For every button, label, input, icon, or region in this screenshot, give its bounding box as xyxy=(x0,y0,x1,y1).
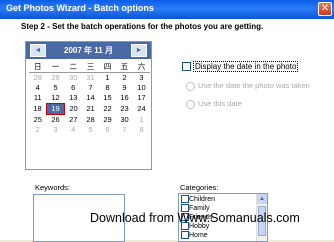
step-heading: Step 2 - Set the batch operations for th… xyxy=(21,22,264,31)
calendar-week: 25 26 27 28 29 30 1 xyxy=(29,115,150,126)
calendar-day[interactable]: 30 xyxy=(116,115,133,126)
chevron-up-icon: ▲ xyxy=(259,196,265,202)
calendar-day[interactable]: 28 xyxy=(29,73,47,84)
calendar-week: 28 29 30 31 1 2 3 xyxy=(29,73,150,84)
calendar-day-selected[interactable]: 19 xyxy=(46,103,65,115)
calendar-day[interactable]: 24 xyxy=(133,104,150,115)
this-date-radio-row[interactable]: Use this date xyxy=(186,99,242,109)
calendar-day[interactable]: 10 xyxy=(133,83,150,93)
calendar-day[interactable]: 20 xyxy=(65,104,83,115)
calendar-day[interactable]: 9 xyxy=(116,83,133,93)
display-date-checkbox-row[interactable]: Display the date in the photo xyxy=(182,61,299,72)
weekday-label: 六 xyxy=(133,62,150,73)
calendar-day[interactable]: 6 xyxy=(99,125,116,135)
calendar-day[interactable]: 21 xyxy=(82,104,99,115)
calendar-week: 11 12 13 14 15 16 17 xyxy=(29,93,150,104)
arrow-right-icon: ► xyxy=(135,47,143,54)
calendar-day[interactable]: 3 xyxy=(47,125,65,135)
calendar-day[interactable]: 29 xyxy=(99,115,116,126)
weekday-label: 三 xyxy=(82,62,99,73)
calendar-day[interactable]: 12 xyxy=(47,93,65,104)
date-picker-calendar[interactable]: ◄ 2007 年 11 月 ► 日 一 二 三 四 五 六 28 29 30 3… xyxy=(25,41,152,170)
display-date-checkbox[interactable] xyxy=(182,62,191,72)
calendar-next-button[interactable]: ► xyxy=(131,44,147,57)
calendar-week: 4 5 6 7 8 9 10 xyxy=(29,83,150,93)
calendar-day[interactable]: 14 xyxy=(82,93,99,104)
category-label: Children xyxy=(189,196,216,203)
calendar-day[interactable]: 30 xyxy=(65,73,83,84)
calendar-day[interactable]: 6 xyxy=(65,83,83,93)
category-checkbox[interactable] xyxy=(181,195,189,204)
calendar-day[interactable]: 1 xyxy=(99,73,116,84)
calendar-day[interactable]: 4 xyxy=(65,125,83,135)
calendar-day[interactable]: 2 xyxy=(29,125,47,135)
weekday-label: 二 xyxy=(64,62,82,73)
calendar-day[interactable]: 5 xyxy=(82,125,99,135)
calendar-day[interactable]: 26 xyxy=(47,115,65,126)
date-taken-radio[interactable] xyxy=(186,81,195,91)
this-date-label: Use this date xyxy=(198,99,242,108)
watermark-text: Download from Www.Somanuals.com xyxy=(90,211,300,225)
calendar-day[interactable]: 23 xyxy=(116,104,133,115)
weekday-label: 一 xyxy=(46,62,65,73)
calendar-day[interactable]: 13 xyxy=(65,93,83,104)
calendar-day[interactable]: 31 xyxy=(82,73,99,84)
calendar-day[interactable]: 16 xyxy=(116,93,133,104)
calendar-day[interactable]: 2 xyxy=(116,73,133,84)
date-taken-label: Use the date the photo was taken xyxy=(198,81,310,90)
calendar-weekday-row: 日 一 二 三 四 五 六 xyxy=(29,62,150,73)
calendar-day[interactable]: 18 xyxy=(29,104,47,115)
category-item[interactable]: Home xyxy=(181,231,208,240)
close-button[interactable]: ✕ xyxy=(318,2,332,16)
calendar-day[interactable]: 8 xyxy=(133,125,150,135)
calendar-day[interactable]: 1 xyxy=(133,115,150,126)
calendar-day[interactable]: 8 xyxy=(99,83,116,93)
calendar-day[interactable]: 29 xyxy=(47,73,65,84)
close-icon: ✕ xyxy=(320,3,330,14)
calendar-month-label: 2007 年 11 月 xyxy=(64,46,113,55)
calendar-day[interactable]: 17 xyxy=(133,93,150,104)
keywords-label: Keywords: xyxy=(35,183,71,192)
calendar-grid: 日 一 二 三 四 五 六 28 29 30 31 1 2 3 4 5 6 7 … xyxy=(29,62,150,135)
category-item[interactable]: Children xyxy=(181,195,215,204)
calendar-day[interactable]: 11 xyxy=(29,93,47,104)
title-bar: Get Photos Wizard - Batch options ✕ xyxy=(0,0,334,19)
calendar-day[interactable]: 22 xyxy=(99,104,116,115)
calendar-prev-button[interactable]: ◄ xyxy=(30,44,46,57)
weekday-label: 日 xyxy=(29,62,47,73)
calendar-day[interactable]: 28 xyxy=(82,115,99,126)
weekday-label: 四 xyxy=(99,62,116,73)
category-checkbox[interactable] xyxy=(181,231,189,240)
calendar-day[interactable]: 15 xyxy=(99,93,116,104)
date-taken-radio-row[interactable]: Use the date the photo was taken xyxy=(186,81,310,91)
calendar-day[interactable]: 3 xyxy=(133,73,150,84)
calendar-day[interactable]: 7 xyxy=(116,125,133,135)
calendar-day[interactable]: 25 xyxy=(29,115,47,126)
this-date-radio[interactable] xyxy=(186,99,195,109)
calendar-header: ◄ 2007 年 11 月 ► xyxy=(26,42,151,59)
scroll-up-button[interactable]: ▲ xyxy=(257,194,267,204)
calendar-week: 18 19 20 21 22 23 24 xyxy=(29,103,150,115)
calendar-day[interactable]: 27 xyxy=(65,115,83,126)
calendar-day[interactable]: 7 xyxy=(82,83,99,93)
category-label: Home xyxy=(189,232,208,239)
arrow-left-icon: ◄ xyxy=(34,47,42,54)
window-title: Get Photos Wizard - Batch options xyxy=(6,3,154,13)
calendar-week: 2 3 4 5 6 7 8 xyxy=(29,125,150,135)
weekday-label: 五 xyxy=(116,62,133,73)
calendar-day[interactable]: 5 xyxy=(47,83,65,93)
display-date-label: Display the date in the photo xyxy=(193,61,299,72)
calendar-day[interactable]: 4 xyxy=(29,83,47,93)
categories-label: Categories: xyxy=(180,183,219,192)
